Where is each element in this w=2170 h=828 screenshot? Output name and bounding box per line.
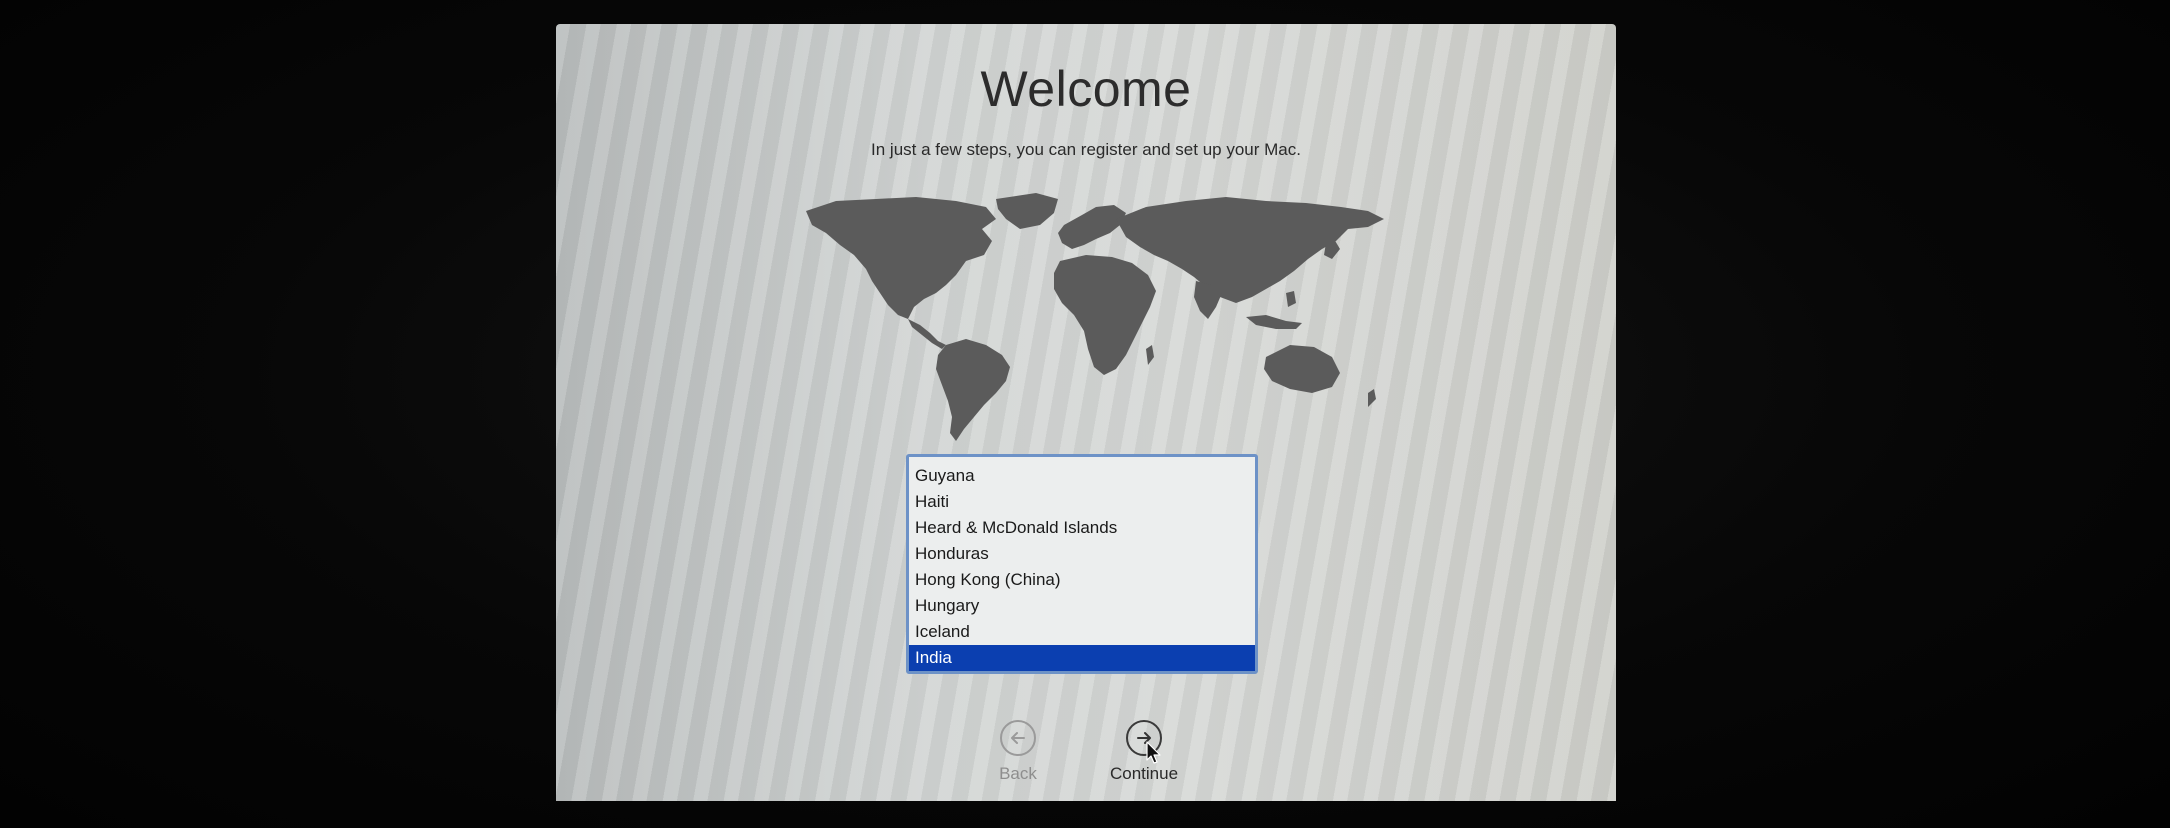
- back-button[interactable]: Back: [958, 720, 1078, 784]
- setup-assistant-window: Welcome In just a few steps, you can reg…: [556, 24, 1616, 801]
- europe-shape: [1058, 205, 1126, 249]
- world-map-icon: [806, 193, 1384, 441]
- country-list-item[interactable]: Hungary: [909, 593, 1255, 619]
- central-america-shape: [908, 319, 946, 349]
- indonesia-shape: [1246, 315, 1302, 329]
- country-list[interactable]: Guyana Haiti Heard & McDonald Islands Ho…: [906, 454, 1258, 674]
- south-america-shape: [936, 339, 1010, 441]
- country-list-item-selected[interactable]: India: [909, 645, 1255, 671]
- country-list-item[interactable]: Hong Kong (China): [909, 567, 1255, 593]
- africa-shape: [1054, 255, 1156, 375]
- page-subtitle: In just a few steps, you can register an…: [871, 140, 1301, 159]
- madagascar-shape: [1146, 345, 1154, 365]
- page-title: Welcome: [980, 61, 1192, 117]
- philippines-shape: [1286, 291, 1296, 307]
- continue-button[interactable]: Continue: [1084, 720, 1204, 784]
- mouse-pointer-icon: [1146, 741, 1161, 764]
- country-list-item[interactable]: Heard & McDonald Islands: [909, 515, 1255, 541]
- australia-shape: [1264, 345, 1340, 393]
- country-list-item[interactable]: Haiti: [909, 489, 1255, 515]
- greenland-shape: [996, 193, 1058, 229]
- north-america-shape: [806, 197, 996, 319]
- asia-shape: [1116, 197, 1384, 303]
- arrow-left-circle-icon[interactable]: [1000, 720, 1036, 756]
- country-list-item[interactable]: Iceland: [909, 619, 1255, 645]
- country-list-item[interactable]: Guyana: [909, 463, 1255, 489]
- back-button-label: Back: [999, 764, 1037, 783]
- new-zealand-shape: [1368, 389, 1376, 407]
- country-list-item[interactable]: Honduras: [909, 541, 1255, 567]
- continue-button-label: Continue: [1109, 764, 1179, 783]
